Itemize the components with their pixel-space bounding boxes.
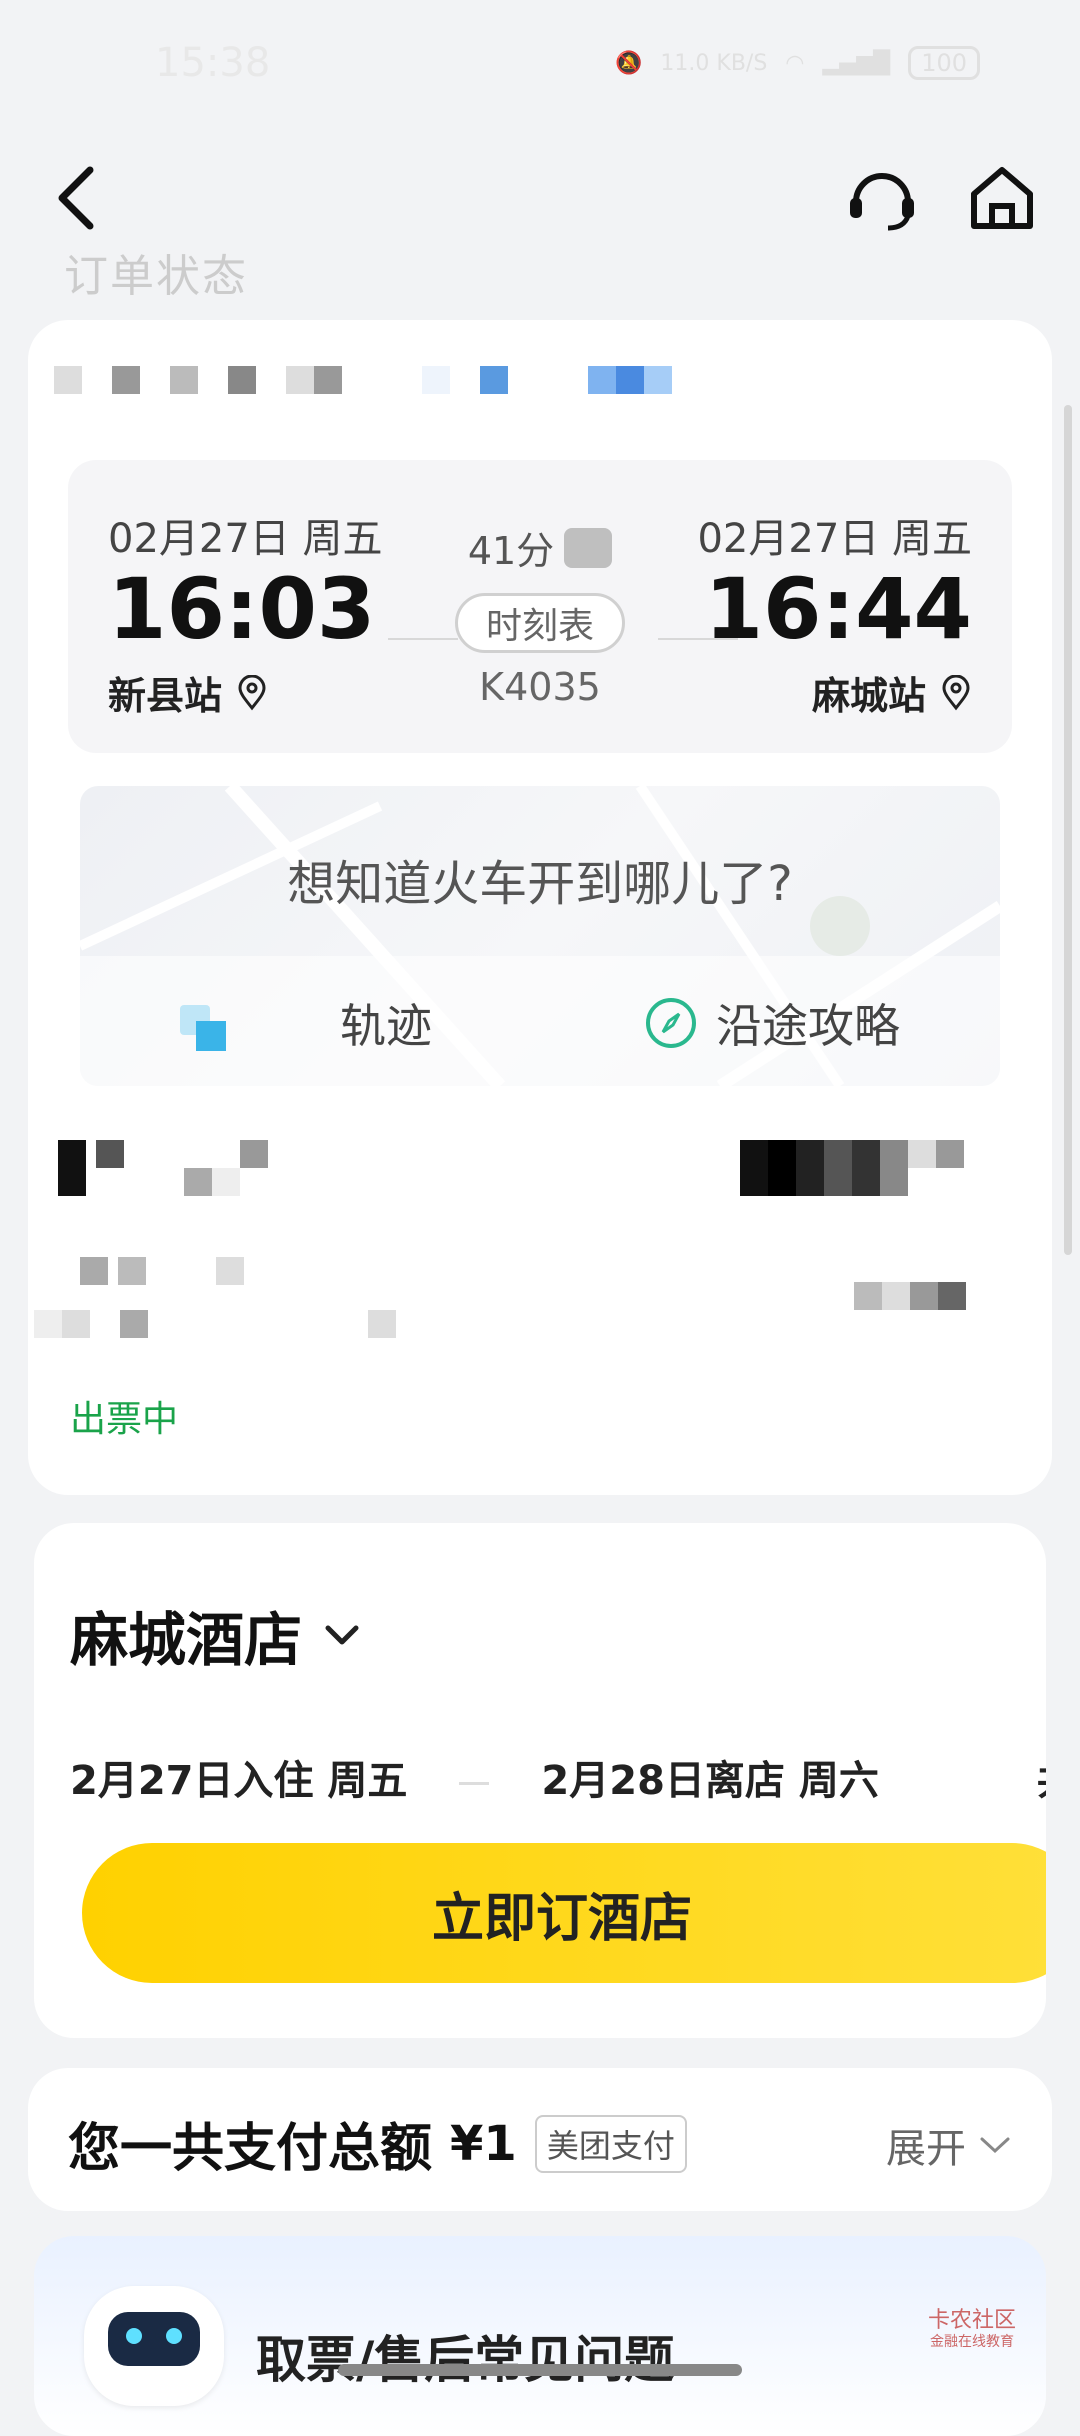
track-icon [180,995,226,1051]
arrival-time: 16:44 [704,560,972,658]
watermark-logo: 卡农社区 金融在线教育 [928,2308,1016,2351]
departure-date: 02月27日 周五 [108,516,383,562]
page-title-peek: 订单状态 [64,251,248,302]
expand-button[interactable]: 展开 [886,2116,1012,2174]
departure-station[interactable]: 新县站 [108,665,268,720]
arrival-date: 02月27日 周五 [697,516,972,562]
robot-eye [166,2328,182,2344]
train-info[interactable]: 02月27日 周五 16:03 新县站 41分 时刻表 K4035 02月27日… [68,460,1012,753]
checkout-date: 2月28日离店 周六 [541,1758,879,1804]
arrival-station[interactable]: 麻城站 [812,665,972,720]
train-middle-info: 41分 时刻表 K4035 [428,520,652,709]
redacted-seat [740,1140,964,1196]
mute-icon: 🔕 [615,50,643,76]
watermark-line1: 卡农社区 [927,2308,1016,2333]
chevron-down-icon [325,1625,359,1645]
wifi-icon: ◠ [785,50,805,76]
checkin-date: 2月27日入住 周五 [70,1758,408,1804]
faq-title: 取票/售后常见问题 [256,2331,675,2389]
payment-amount: ¥1 [450,2115,517,2172]
expand-label: 展开 [886,2126,966,2172]
signal-icon: ▂▄▆█ [822,50,891,76]
back-arrow-icon[interactable] [50,158,110,238]
watermark-line2: 金融在线教育 [929,2334,1014,2351]
schedule-button[interactable]: 时刻表 [455,593,625,653]
redacted-price [854,1282,966,1310]
track-button[interactable]: 轨迹 [180,990,432,1056]
departure-station-label: 新县站 [108,674,223,718]
train-location-map[interactable]: 想知道火车开到哪儿了? 轨迹 沿途攻略 [80,786,1000,1086]
person-icon [564,527,613,568]
payment-label: 您一共支付总额 [68,2119,433,2179]
redacted-info [80,1257,244,1285]
home-icon[interactable] [964,160,1040,236]
hotel-title: 麻城酒店 [70,1606,303,1674]
map-actions: 轨迹 沿途攻略 [80,956,1000,1086]
date-separator [459,1781,490,1785]
location-pin-icon [942,674,970,710]
redacted-info-2 [34,1310,396,1338]
trip-duration: 41分 [428,520,652,575]
payment-summary: 您一共支付总额 ¥1 美团支付 [68,2106,687,2181]
route-guide-button[interactable]: 沿途攻略 [644,990,900,1056]
arrival-station-label: 麻城站 [811,674,926,718]
faq-card[interactable]: 取票/售后常见问题 卡农社区 金融在线教育 [34,2236,1046,2436]
track-label: 轨迹 [340,999,432,1053]
nav-bar [0,150,1080,250]
hotel-dates[interactable]: 2月27日入住 周五 2月28日离店 周六 共 [70,1748,1046,1806]
status-bar: 15:38 🔕 11.0 KB/S ◠ ▂▄▆█ 100 [0,0,1080,130]
payment-card: 您一共支付总额 ¥1 美团支付 展开 [28,2068,1052,2211]
duration-label: 41分 [467,529,555,573]
departure-time: 16:03 [108,560,376,658]
nights-total: 共 [1037,1758,1046,1804]
train-number: K4035 [479,665,601,709]
status-time: 15:38 [155,40,271,86]
robot-eye [126,2328,142,2344]
map-question: 想知道火车开到哪儿了? [287,856,793,912]
hotel-city-selector[interactable]: 麻城酒店 [70,1593,362,1677]
chevron-down-icon [980,2137,1010,2154]
redacted-text [54,366,672,394]
location-pin-icon [238,674,266,710]
scrollbar[interactable] [1064,405,1072,1255]
status-icons: 🔕 11.0 KB/S ◠ ▂▄▆█ 100 [615,46,980,80]
book-hotel-button[interactable]: 立即订酒店 [82,1843,1046,1983]
hotel-card: 麻城酒店 2月27日入住 周五 2月28日离店 周六 共 立即订酒店 [34,1523,1046,2038]
robot-face [108,2312,200,2366]
redacted-passenger [58,1140,268,1196]
compass-icon [646,998,696,1048]
order-card: 02月27日 周五 16:03 新县站 41分 时刻表 K4035 02月27日… [28,320,1052,1495]
customer-service-icon[interactable] [844,160,920,236]
home-indicator[interactable] [338,2364,742,2376]
payment-method-badge: 美团支付 [534,2114,687,2173]
net-speed: 11.0 KB/S [660,50,768,76]
ticket-status: 出票中 [70,1399,179,1440]
guide-label: 沿途攻略 [716,999,900,1053]
robot-avatar-icon [84,2286,224,2406]
battery-indicator: 100 [908,46,980,80]
